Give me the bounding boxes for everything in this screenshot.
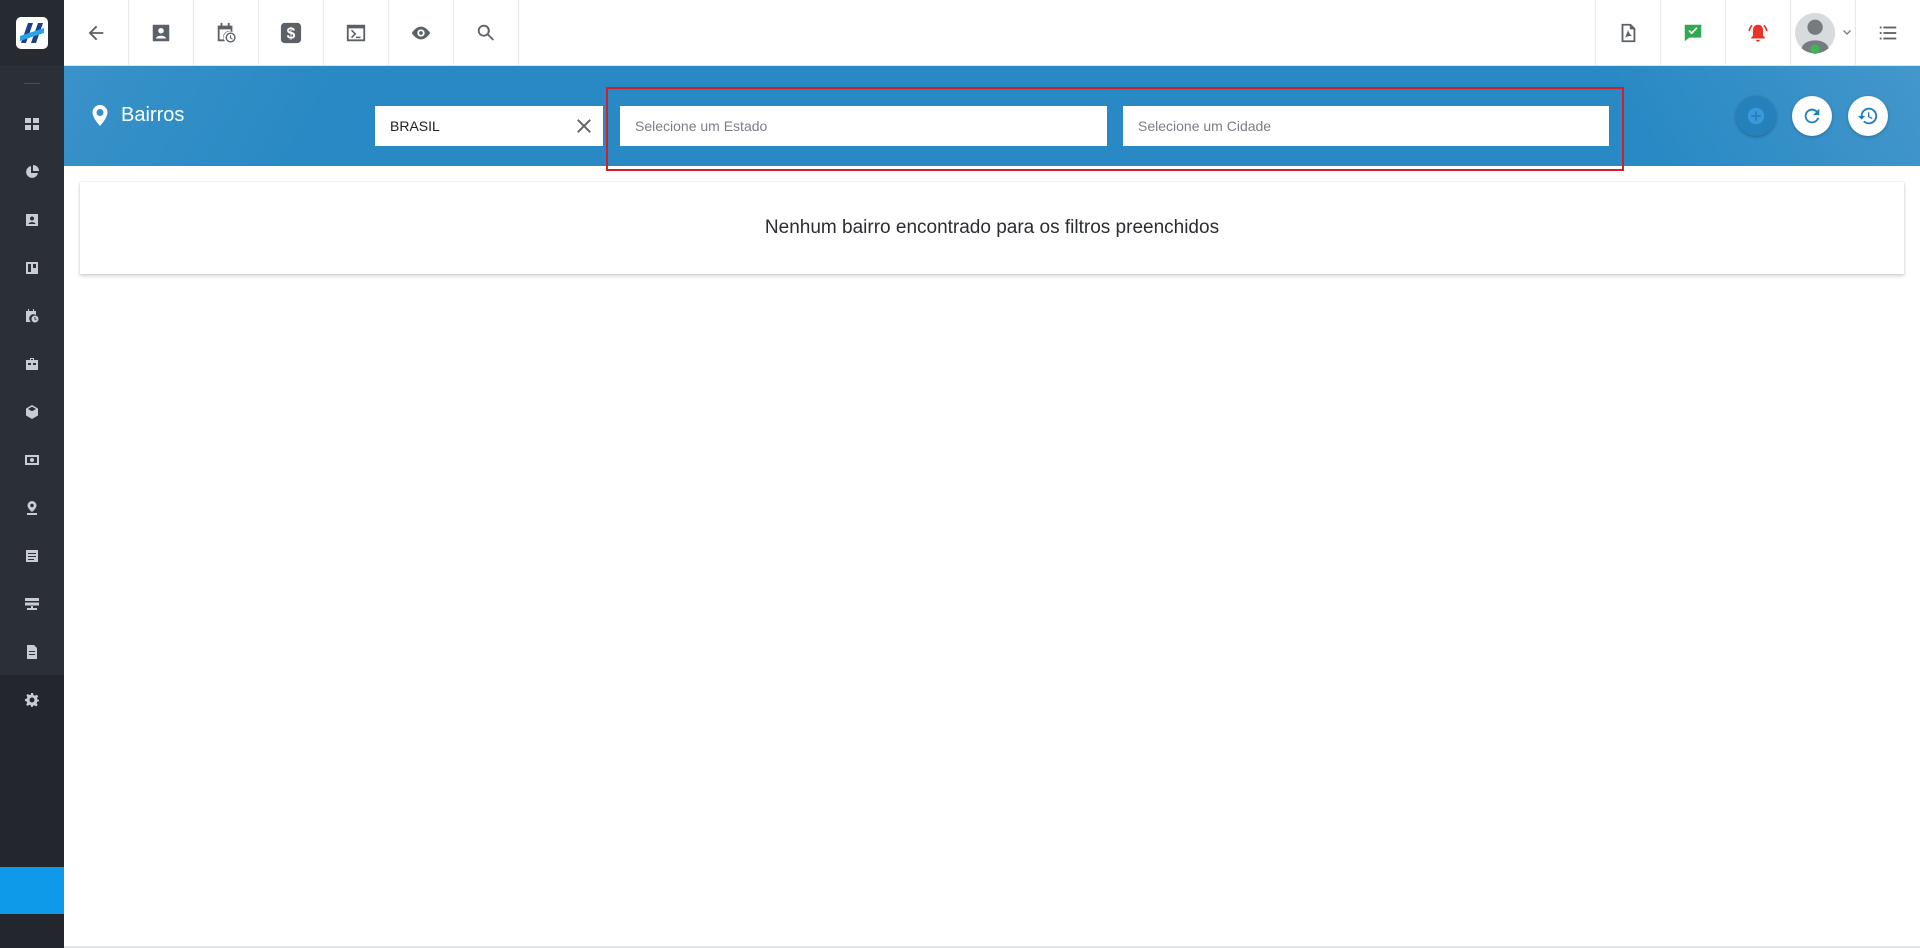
terminal-button[interactable] <box>324 0 389 66</box>
svg-text:$: $ <box>287 26 296 43</box>
state-input[interactable] <box>620 106 1107 146</box>
search-button[interactable] <box>454 0 519 66</box>
sidebar-divider <box>24 83 40 84</box>
list-document-icon <box>26 550 38 562</box>
sidebar-item-dashboard[interactable] <box>0 100 64 148</box>
package-icon <box>26 405 38 419</box>
contacts-button[interactable] <box>129 0 194 66</box>
add-button[interactable] <box>1736 96 1776 136</box>
history-icon <box>1857 107 1878 125</box>
sidebar-item-lists[interactable] <box>0 532 64 580</box>
country-input[interactable] <box>375 106 603 146</box>
server-icon <box>25 598 39 610</box>
state-select[interactable] <box>620 106 1107 146</box>
sidebar-item-settings[interactable] <box>0 676 64 724</box>
map-pin-icon <box>92 104 108 126</box>
back-button[interactable] <box>64 0 129 66</box>
page-title: Bairros <box>121 104 185 126</box>
clear-country-button[interactable] <box>575 117 593 135</box>
tasks-button[interactable] <box>1660 0 1725 66</box>
briefcase-icon <box>26 358 38 370</box>
sidebar-item-locations[interactable] <box>0 484 64 532</box>
sidebar <box>0 0 64 948</box>
top-toolbar: $ <box>64 0 1920 66</box>
dollar-icon: $ <box>280 22 302 44</box>
sidebar-item-reports[interactable] <box>0 148 64 196</box>
pdf-export-button[interactable] <box>1595 0 1660 66</box>
sidebar-item-business[interactable] <box>0 340 64 388</box>
view-button[interactable] <box>389 0 454 66</box>
back-arrow-icon <box>88 25 104 41</box>
alarm-bell-icon <box>1748 24 1768 42</box>
file-icon <box>27 645 37 659</box>
sidebar-item-contacts[interactable] <box>0 196 64 244</box>
schedule-button[interactable] <box>194 0 259 66</box>
cash-icon <box>25 455 39 465</box>
user-menu[interactable] <box>1790 0 1855 66</box>
finance-button[interactable]: $ <box>259 0 324 66</box>
sidebar-item-schedule[interactable] <box>0 292 64 340</box>
dashboard-icon <box>25 118 39 130</box>
chevron-down-icon <box>1843 30 1851 35</box>
list-menu-icon <box>1879 26 1897 40</box>
logo-mark <box>16 17 48 49</box>
eye-icon <box>411 26 431 40</box>
contact-card-icon <box>152 24 170 42</box>
calendar-clock-icon <box>217 22 236 43</box>
alerts-button[interactable] <box>1725 0 1790 66</box>
terminal-icon <box>346 24 366 42</box>
calendar-clock-icon <box>26 309 39 323</box>
pie-chart-icon <box>26 165 39 178</box>
refresh-button[interactable] <box>1792 96 1832 136</box>
app-logo[interactable] <box>0 0 64 66</box>
close-icon <box>577 119 591 133</box>
history-button[interactable] <box>1848 96 1888 136</box>
sidebar-item-finance[interactable] <box>0 436 64 484</box>
chat-check-icon <box>1684 24 1702 42</box>
city-input[interactable] <box>1123 106 1609 146</box>
sidebar-item-products[interactable] <box>0 388 64 436</box>
sidebar-active-indicator[interactable] <box>0 867 64 914</box>
refresh-icon <box>1804 108 1820 124</box>
sidebar-item-board[interactable] <box>0 244 64 292</box>
user-avatar <box>1794 12 1836 55</box>
search-icon <box>477 24 494 41</box>
main-menu-button[interactable] <box>1855 0 1920 66</box>
map-pin-icon <box>27 501 37 515</box>
sidebar-item-servers[interactable] <box>0 580 64 628</box>
empty-state-message: Nenhum bairro encontrado para os filtros… <box>764 217 1220 238</box>
board-icon <box>26 262 38 274</box>
pdf-icon <box>1621 23 1636 43</box>
page-heading: Bairros <box>90 104 184 127</box>
city-select[interactable] <box>1123 106 1609 146</box>
add-icon <box>1747 107 1765 125</box>
country-select[interactable] <box>375 106 603 146</box>
settings-gear-icon <box>25 693 39 707</box>
results-card: Nenhum bairro encontrado para os filtros… <box>80 182 1904 274</box>
contacts-icon <box>26 214 38 226</box>
sidebar-item-documents[interactable] <box>0 628 64 676</box>
